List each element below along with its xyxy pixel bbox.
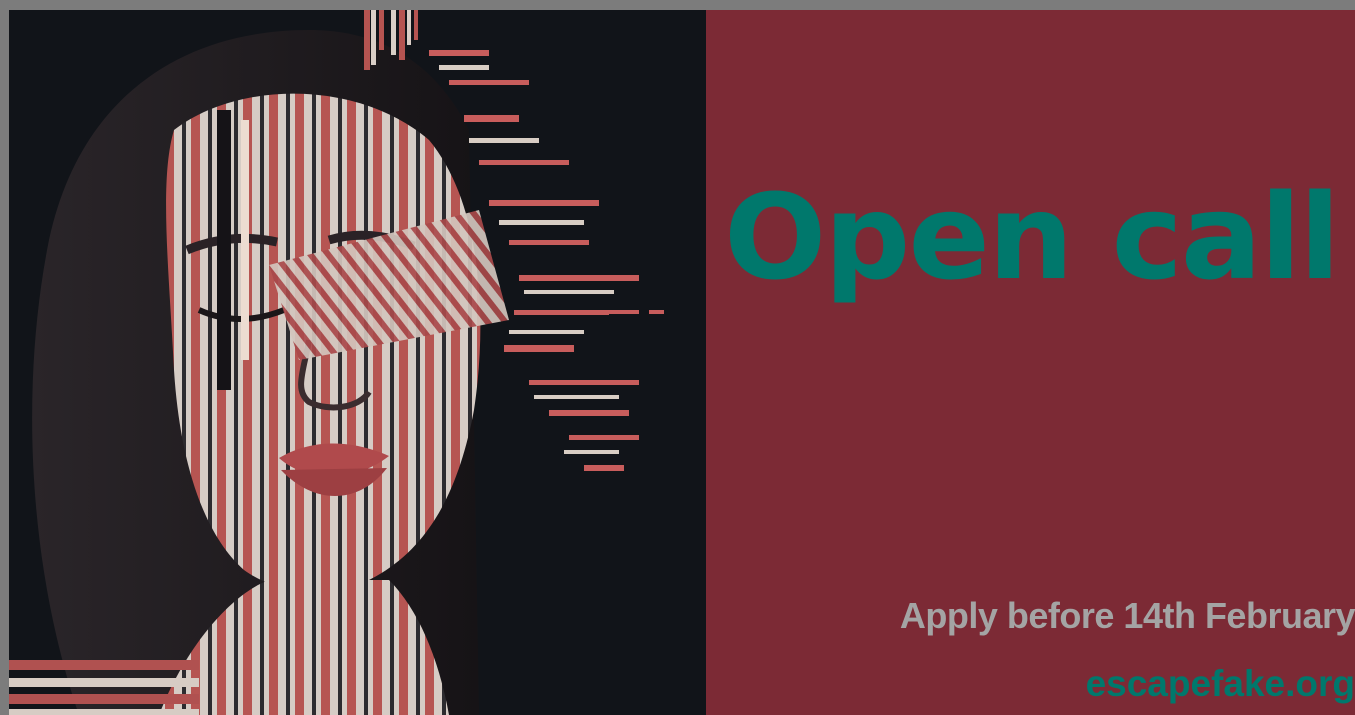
headline-title: Open call <box>724 168 1340 306</box>
info-panel: Open call Apply before 14th February esc… <box>706 10 1355 715</box>
artwork-panel <box>9 10 706 715</box>
glitch-portrait-image <box>9 10 664 715</box>
open-call-banner: Open call Apply before 14th February esc… <box>9 10 1355 715</box>
screen-frame: Open call Apply before 14th February esc… <box>0 0 1355 715</box>
deadline-text: Apply before 14th February <box>899 595 1355 636</box>
website-link[interactable]: escapefake.org <box>1086 665 1355 702</box>
